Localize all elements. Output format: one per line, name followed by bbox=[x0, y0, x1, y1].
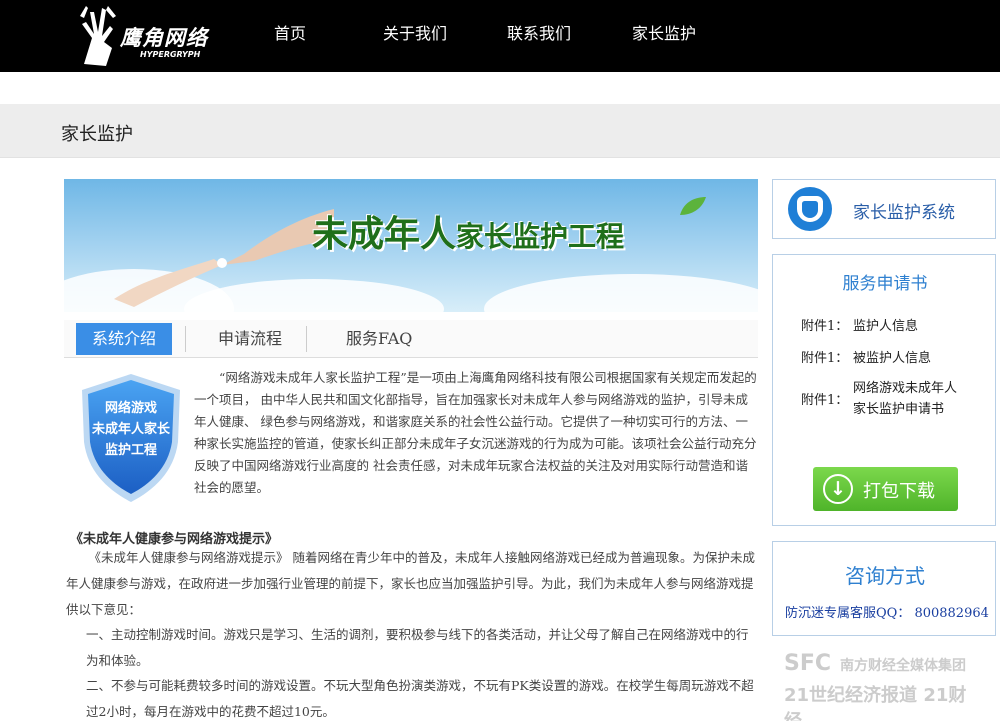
attachment-item[interactable]: 附件1： 被监护人信息 bbox=[801, 347, 931, 366]
contact-qq[interactable]: 防沉迷专属客服QQ： 800882964 bbox=[785, 602, 989, 621]
attachment-link[interactable]: 网络游戏未成年人 家长监护申请书 bbox=[853, 378, 957, 420]
tips-paragraph: 《未成年人健康参与网络游戏提示》 随着网络在青少年中的普及，未成年人接触网络游戏… bbox=[66, 550, 755, 617]
download-all-button[interactable]: 打包下载 bbox=[813, 467, 958, 511]
badge-line-1: 网络游戏 bbox=[104, 401, 157, 416]
tab-divider bbox=[185, 326, 186, 352]
hands-illustration bbox=[114, 209, 334, 307]
banner-title-small: 家长监护工程 bbox=[456, 220, 625, 253]
attachment-link-line: 网络游戏未成年人 bbox=[853, 381, 958, 396]
brand-sub: HYPERGRYPH bbox=[140, 50, 201, 59]
contact-title: 咨询方式 bbox=[845, 564, 925, 588]
badge-line-3: 监护工程 bbox=[104, 443, 157, 458]
application-box: 服务申请书 附件1： 监护人信息 附件1： 被监护人信息 附件1： 网络游戏未成… bbox=[772, 254, 996, 526]
download-label: 打包下载 bbox=[863, 481, 935, 502]
watermark-group: 南方财经全媒体集团 bbox=[840, 658, 966, 674]
page-title: 家长监护 bbox=[61, 124, 133, 145]
shield-badge-text: 网络游戏 未成年人家长 监护工程 bbox=[78, 398, 184, 461]
attachment-link[interactable]: 监护人信息 bbox=[853, 315, 918, 334]
attachment-key: 附件1： bbox=[801, 319, 849, 334]
banner-title-big: 未成年人 bbox=[312, 214, 457, 255]
application-title: 服务申请书 bbox=[842, 274, 928, 294]
intro-paragraph: “网络游戏未成年人家长监护工程”是一项由上海鹰角网络科技有限公司根据国家有关规定… bbox=[194, 370, 757, 495]
cloud-shape bbox=[484, 274, 758, 312]
parental-system-link[interactable]: 家长监护系统 bbox=[772, 179, 996, 239]
tip-item-1: 一、主动控制游戏时间。游戏只是学习、生活的调剂，要积极参与线下的各类活动，并让父… bbox=[86, 627, 749, 668]
banner-title: 未成年人家长监护工程 bbox=[312, 205, 624, 257]
page-title-band: 家长监护 bbox=[0, 104, 1000, 158]
attachment-key: 附件1： bbox=[801, 351, 849, 366]
attachment-item[interactable]: 附件1： 监护人信息 bbox=[801, 315, 918, 334]
banner-image: 未成年人家长监护工程 bbox=[64, 179, 758, 312]
contact-box: 咨询方式 防沉迷专属客服QQ： 800882964 bbox=[772, 541, 996, 636]
leaf-icon bbox=[680, 197, 706, 215]
top-navbar: 鹰角网络 HYPERGRYPH 首页 关于我们 联系我们 家长监护 bbox=[0, 0, 1000, 72]
download-icon bbox=[823, 474, 853, 504]
watermark-21: 21世纪经济报道 21财经 bbox=[784, 685, 967, 721]
watermark-logo: SFC 南方财经全媒体集团 21世纪经济报道 21财经 bbox=[784, 651, 984, 721]
content-tabs: 系统介绍 申请流程 服务FAQ bbox=[64, 320, 758, 358]
tab-divider bbox=[306, 326, 307, 352]
shield-icon bbox=[788, 187, 832, 231]
attachment-link[interactable]: 被监护人信息 bbox=[853, 347, 931, 366]
brand-name[interactable]: 鹰角网络 bbox=[120, 22, 208, 52]
tab-process[interactable]: 申请流程 bbox=[202, 323, 298, 355]
nav-contact[interactable]: 联系我们 bbox=[507, 20, 571, 44]
tab-faq[interactable]: 服务FAQ bbox=[330, 323, 428, 355]
watermark-sfc: SFC bbox=[784, 651, 832, 676]
attachment-key: 附件1： bbox=[801, 393, 849, 408]
nav-about[interactable]: 关于我们 bbox=[383, 20, 447, 44]
tip-item-2: 二、不参与可能耗费较多时间的游戏设置。不玩大型角色扮演类游戏，不玩有PK类设置的… bbox=[86, 678, 754, 719]
nav-home[interactable]: 首页 bbox=[274, 20, 306, 44]
tab-intro[interactable]: 系统介绍 bbox=[76, 323, 173, 355]
nav-parental[interactable]: 家长监护 bbox=[632, 20, 696, 44]
attachment-link-line: 家长监护申请书 bbox=[853, 402, 945, 417]
parental-system-label: 家长监护系统 bbox=[853, 203, 955, 223]
badge-line-2: 未成年人家长 bbox=[91, 422, 170, 437]
